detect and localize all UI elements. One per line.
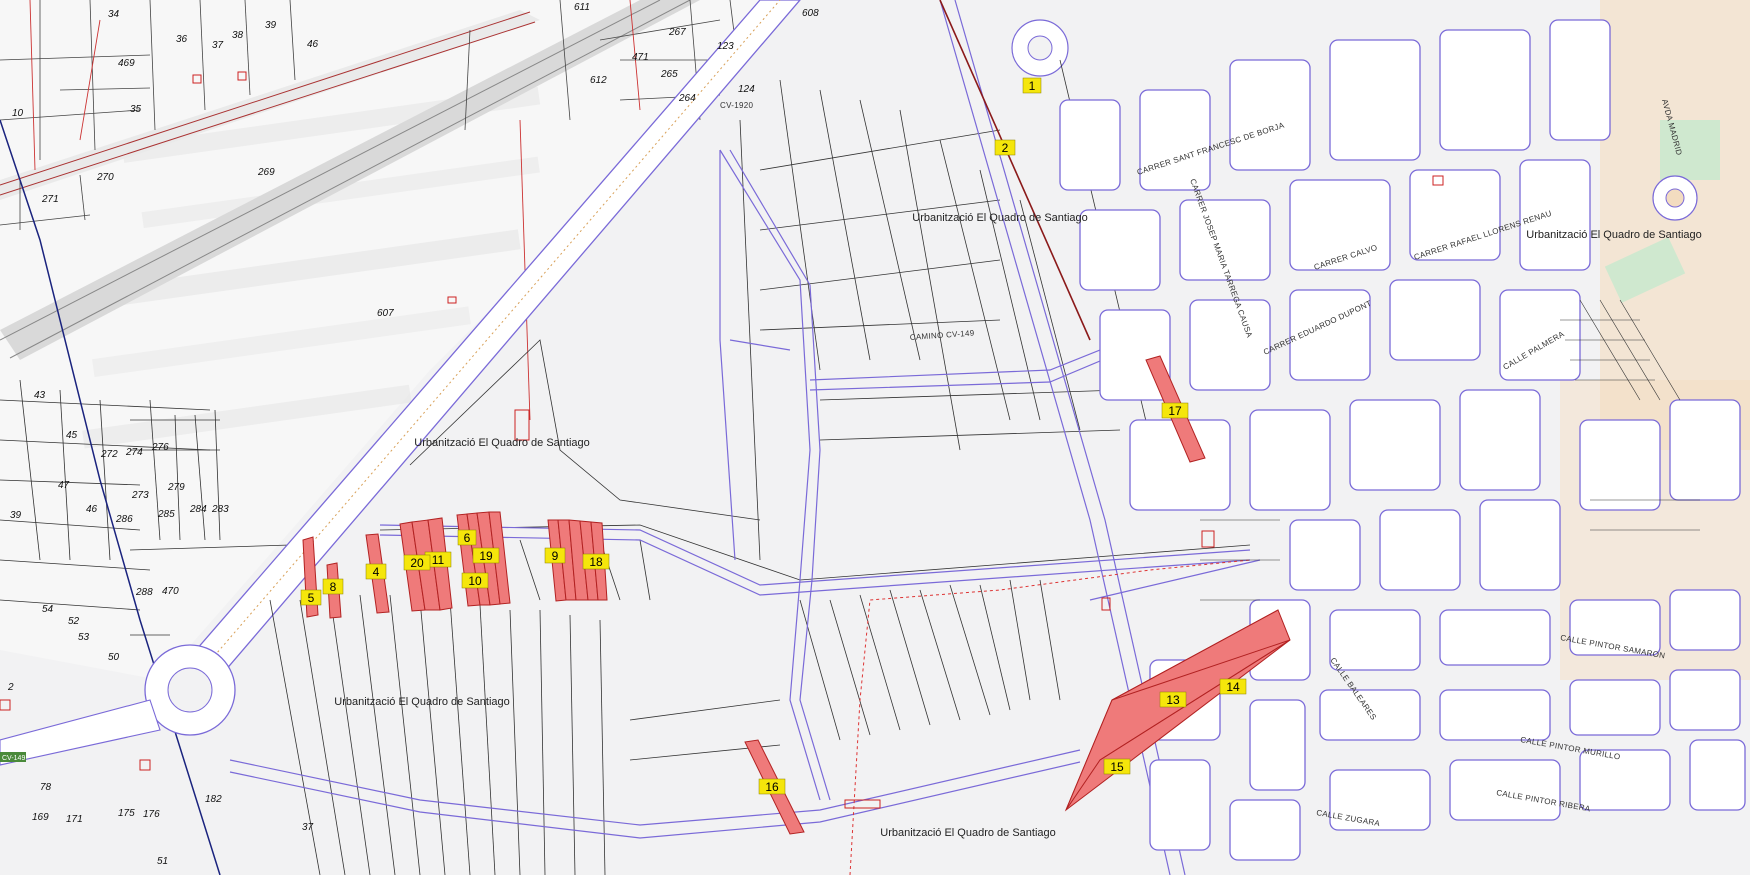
svg-text:4: 4 xyxy=(373,565,380,579)
svg-text:182: 182 xyxy=(205,794,222,805)
parcel-tag-13[interactable]: 13 xyxy=(1159,691,1187,708)
svg-text:13: 13 xyxy=(1166,693,1180,707)
svg-text:283: 283 xyxy=(211,504,229,515)
svg-text:1: 1 xyxy=(1029,79,1036,93)
svg-text:35: 35 xyxy=(130,104,142,115)
svg-text:34: 34 xyxy=(108,9,120,20)
svg-text:124: 124 xyxy=(738,84,755,95)
svg-text:16: 16 xyxy=(765,780,779,794)
parcel-tag-2[interactable]: 2 xyxy=(994,139,1016,156)
svg-text:52: 52 xyxy=(68,616,80,627)
svg-text:273: 273 xyxy=(131,490,149,501)
parcel-tag-18[interactable]: 18 xyxy=(582,553,610,570)
parcel-tag-8[interactable]: 8 xyxy=(322,578,344,595)
svg-text:284: 284 xyxy=(189,504,207,515)
svg-text:469: 469 xyxy=(118,58,135,69)
svg-text:54: 54 xyxy=(42,604,54,615)
svg-text:14: 14 xyxy=(1226,680,1240,694)
svg-text:CV-149: CV-149 xyxy=(2,755,25,762)
svg-text:8: 8 xyxy=(330,580,337,594)
svg-text:285: 285 xyxy=(157,509,175,520)
svg-text:47: 47 xyxy=(58,480,70,491)
svg-text:45: 45 xyxy=(66,430,78,441)
svg-text:269: 269 xyxy=(257,167,275,178)
svg-text:471: 471 xyxy=(632,52,649,63)
svg-text:272: 272 xyxy=(100,449,118,460)
svg-text:10: 10 xyxy=(12,108,24,119)
parcel-tag-1[interactable]: 1 xyxy=(1022,77,1042,94)
svg-text:470: 470 xyxy=(162,586,179,597)
svg-text:607: 607 xyxy=(377,308,394,319)
cadastral-map[interactable]: Urbanització El Quadro de Santiago Urban… xyxy=(0,0,1750,875)
svg-text:37: 37 xyxy=(302,822,314,833)
svg-text:46: 46 xyxy=(307,39,319,50)
svg-text:10: 10 xyxy=(468,574,482,588)
svg-text:265: 265 xyxy=(660,69,678,80)
svg-text:18: 18 xyxy=(589,555,603,569)
svg-text:46: 46 xyxy=(86,504,98,515)
road-code-badge: CV-149 xyxy=(0,752,26,762)
parcel-tag-20[interactable]: 20 xyxy=(403,554,431,571)
svg-text:43: 43 xyxy=(34,390,46,401)
svg-text:6: 6 xyxy=(464,531,471,545)
svg-text:78: 78 xyxy=(40,782,52,793)
parcel-tag-19[interactable]: 19 xyxy=(472,547,500,564)
svg-text:264: 264 xyxy=(678,93,696,104)
svg-text:267: 267 xyxy=(668,27,686,38)
svg-text:39: 39 xyxy=(10,510,22,521)
svg-text:176: 176 xyxy=(143,809,160,820)
svg-text:37: 37 xyxy=(212,40,224,51)
area-label: Urbanització El Quadro de Santiago xyxy=(334,696,510,708)
area-label: Urbanització El Quadro de Santiago xyxy=(880,827,1056,839)
area-label: Urbanització El Quadro de Santiago xyxy=(414,437,590,449)
area-label: Urbanització El Quadro de Santiago xyxy=(1526,229,1702,241)
svg-text:11: 11 xyxy=(432,553,445,567)
svg-text:271: 271 xyxy=(41,194,59,205)
svg-text:51: 51 xyxy=(157,856,168,867)
svg-text:286: 286 xyxy=(115,514,133,525)
svg-text:123: 123 xyxy=(717,41,734,52)
svg-text:36: 36 xyxy=(176,34,188,45)
svg-text:9: 9 xyxy=(552,549,559,563)
parcel-tag-16[interactable]: 16 xyxy=(758,778,786,795)
parcel-tag-14[interactable]: 14 xyxy=(1219,678,1247,695)
svg-text:279: 279 xyxy=(167,482,185,493)
parcel-tag-10[interactable]: 10 xyxy=(461,572,489,589)
parcel-tag-17[interactable]: 17 xyxy=(1161,402,1189,419)
svg-text:611: 611 xyxy=(574,2,590,13)
svg-text:274: 274 xyxy=(125,447,143,458)
svg-text:53: 53 xyxy=(78,632,90,643)
svg-text:20: 20 xyxy=(410,556,424,570)
map-canvas[interactable]: Urbanització El Quadro de Santiago Urban… xyxy=(0,0,1750,875)
parcel-tag-5[interactable]: 5 xyxy=(300,589,322,606)
svg-text:2: 2 xyxy=(1002,141,1009,155)
svg-text:39: 39 xyxy=(265,20,277,31)
svg-text:608: 608 xyxy=(802,8,819,19)
svg-text:270: 270 xyxy=(96,172,114,183)
svg-text:50: 50 xyxy=(108,652,120,663)
svg-text:17: 17 xyxy=(1168,404,1182,418)
svg-text:CV-1920: CV-1920 xyxy=(720,101,753,110)
svg-text:15: 15 xyxy=(1110,760,1124,774)
svg-text:612: 612 xyxy=(590,75,607,86)
svg-text:38: 38 xyxy=(232,30,244,41)
svg-text:CAMINO CV-149: CAMINO CV-149 xyxy=(910,328,976,342)
parcel-tag-4[interactable]: 4 xyxy=(365,563,387,580)
svg-text:288: 288 xyxy=(135,587,153,598)
svg-text:171: 171 xyxy=(66,814,83,825)
parcel-tag-15[interactable]: 15 xyxy=(1103,758,1131,775)
svg-text:CALLE PINTOR MURILLO: CALLE PINTOR MURILLO xyxy=(1520,735,1621,761)
svg-text:5: 5 xyxy=(308,591,315,605)
parcel-tag-9[interactable]: 9 xyxy=(544,547,566,564)
parcel-tag-6[interactable]: 6 xyxy=(457,529,477,546)
svg-text:276: 276 xyxy=(151,442,169,453)
svg-text:19: 19 xyxy=(479,549,493,563)
svg-text:2: 2 xyxy=(7,682,14,693)
svg-text:169: 169 xyxy=(32,812,49,823)
area-label: Urbanització El Quadro de Santiago xyxy=(912,212,1088,224)
svg-text:175: 175 xyxy=(118,808,135,819)
